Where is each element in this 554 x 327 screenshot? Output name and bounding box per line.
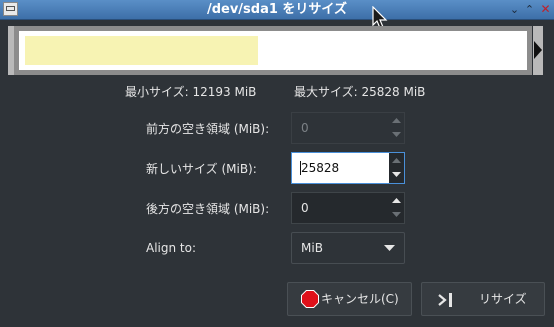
chevron-down-icon xyxy=(384,245,395,251)
new-size-input[interactable]: 25828 xyxy=(292,153,389,183)
free-before-input[interactable]: 0 xyxy=(292,113,389,143)
free-after-input[interactable]: 0 xyxy=(292,193,389,223)
stop-icon xyxy=(301,290,319,308)
new-size-increment[interactable] xyxy=(389,153,404,168)
title-bar[interactable]: /dev/sda1 をリサイズ ⌄ ⌃ ✕ xyxy=(0,0,554,20)
cancel-button[interactable]: キャンセル(C) xyxy=(287,282,412,316)
new-size-label: 新しいサイズ (MiB): xyxy=(146,162,257,176)
chevron-down-icon xyxy=(392,172,401,177)
partition-right-handle[interactable] xyxy=(533,26,543,75)
partition-bar-area xyxy=(25,36,521,65)
minimize-button[interactable]: ⌄ xyxy=(507,2,522,17)
free-before-spinner[interactable]: 0 xyxy=(291,112,405,144)
align-label: Align to: xyxy=(146,241,197,255)
free-before-label: 前方の空き領域 (MiB): xyxy=(146,122,270,136)
cancel-button-label: キャンセル(C) xyxy=(321,292,399,306)
close-button[interactable]: ✕ xyxy=(538,2,553,17)
window-title: /dev/sda1 をリサイズ xyxy=(206,2,348,17)
triangle-right-icon xyxy=(534,41,542,59)
maximize-button[interactable]: ⌃ xyxy=(522,2,537,17)
align-dropdown[interactable]: MiB xyxy=(291,232,405,264)
min-size-label: 最小サイズ: 12193 MiB xyxy=(125,85,257,99)
free-after-increment[interactable] xyxy=(389,193,404,208)
chevron-down-icon xyxy=(392,132,401,137)
max-size-label: 最大サイズ: 25828 MiB xyxy=(294,85,426,99)
chevron-down-icon xyxy=(392,212,401,217)
chevron-up-icon xyxy=(392,158,401,163)
chevron-up-icon xyxy=(392,198,401,203)
new-size-value: 25828 xyxy=(301,161,340,175)
free-after-spinner[interactable]: 0 xyxy=(291,192,405,224)
partition-bar[interactable] xyxy=(14,26,532,75)
new-size-spinner[interactable]: 25828 xyxy=(291,152,405,184)
resize-button-label: リサイズ xyxy=(479,292,527,306)
resize-button[interactable]: リサイズ xyxy=(421,282,545,316)
free-after-value: 0 xyxy=(301,201,309,215)
free-before-value: 0 xyxy=(301,121,309,135)
free-before-decrement[interactable] xyxy=(389,128,404,143)
free-after-decrement[interactable] xyxy=(389,208,404,223)
partition-used-space xyxy=(25,36,259,65)
resize-icon xyxy=(438,293,452,307)
free-after-label: 後方の空き領域 (MiB): xyxy=(146,202,270,216)
new-size-decrement[interactable] xyxy=(389,168,404,183)
chevron-up-icon xyxy=(392,118,401,123)
align-selected-value: MiB xyxy=(301,241,323,255)
free-before-increment[interactable] xyxy=(389,113,404,128)
